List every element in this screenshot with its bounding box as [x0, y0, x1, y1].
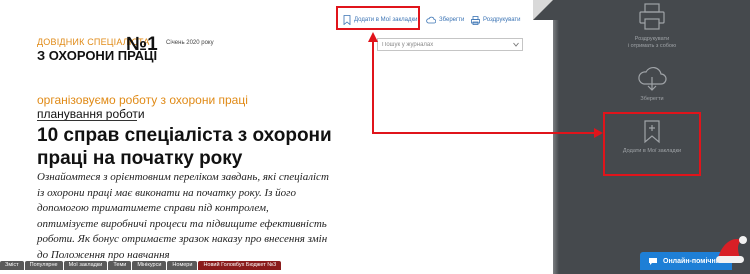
side-save-label: Зберегти [640, 96, 664, 102]
subcategory-underline [37, 120, 137, 121]
santa-hat-icon [716, 236, 747, 263]
side-save-button[interactable]: Зберегти [602, 64, 702, 103]
print-button[interactable]: Роздрукувати [471, 14, 521, 26]
search-box[interactable] [377, 38, 523, 51]
chevron-down-icon[interactable] [513, 42, 519, 47]
tab-minicourses[interactable]: Мінікурси [132, 261, 167, 270]
article-title: 10 справ спеціаліста з охорони праці на … [37, 125, 332, 169]
side-print-button[interactable]: Роздрукувати і отримать з собою [602, 2, 702, 50]
issue-date: Січень 2020 року [166, 40, 214, 46]
tab-issues[interactable]: Номери [167, 261, 198, 270]
cloud-icon [426, 16, 436, 24]
side-print-label-2: і отримать з собою [627, 43, 677, 49]
issue-number: №1 [126, 34, 158, 55]
page-edge-shadow [553, 20, 559, 274]
article-category[interactable]: організовуємо роботу з охорони праці [37, 93, 248, 107]
highlight-box-side-bookmark [603, 112, 701, 176]
tab-contents[interactable]: Зміст [0, 261, 24, 270]
tab-promo-journal[interactable]: Новий Головбух Бюджет №3 [198, 261, 282, 270]
print-label: Роздрукувати [483, 17, 521, 23]
search-input[interactable] [382, 40, 506, 49]
page-corner-fold [533, 0, 553, 20]
save-button[interactable]: Зберегти [426, 14, 464, 26]
bottom-tab-bar: Зміст Популярне Мої закладки Теми Мініку… [0, 261, 282, 270]
printer-icon [639, 3, 665, 30]
save-label: Зберегти [439, 17, 465, 23]
chat-icon [649, 257, 657, 265]
tab-popular[interactable]: Популярне [24, 261, 63, 270]
article-lead: Ознайомтеся з орієнтовним переліком завд… [37, 171, 329, 261]
side-print-label-1: Роздрукувати [634, 36, 670, 42]
highlight-box-bookmark [336, 6, 420, 30]
cloud-download-icon [638, 66, 667, 91]
tab-my-bookmarks[interactable]: Мої закладки [63, 261, 108, 270]
tab-topics[interactable]: Теми [108, 261, 132, 270]
printer-icon [471, 15, 480, 25]
article-subcategory[interactable]: планування роботи [37, 107, 145, 121]
